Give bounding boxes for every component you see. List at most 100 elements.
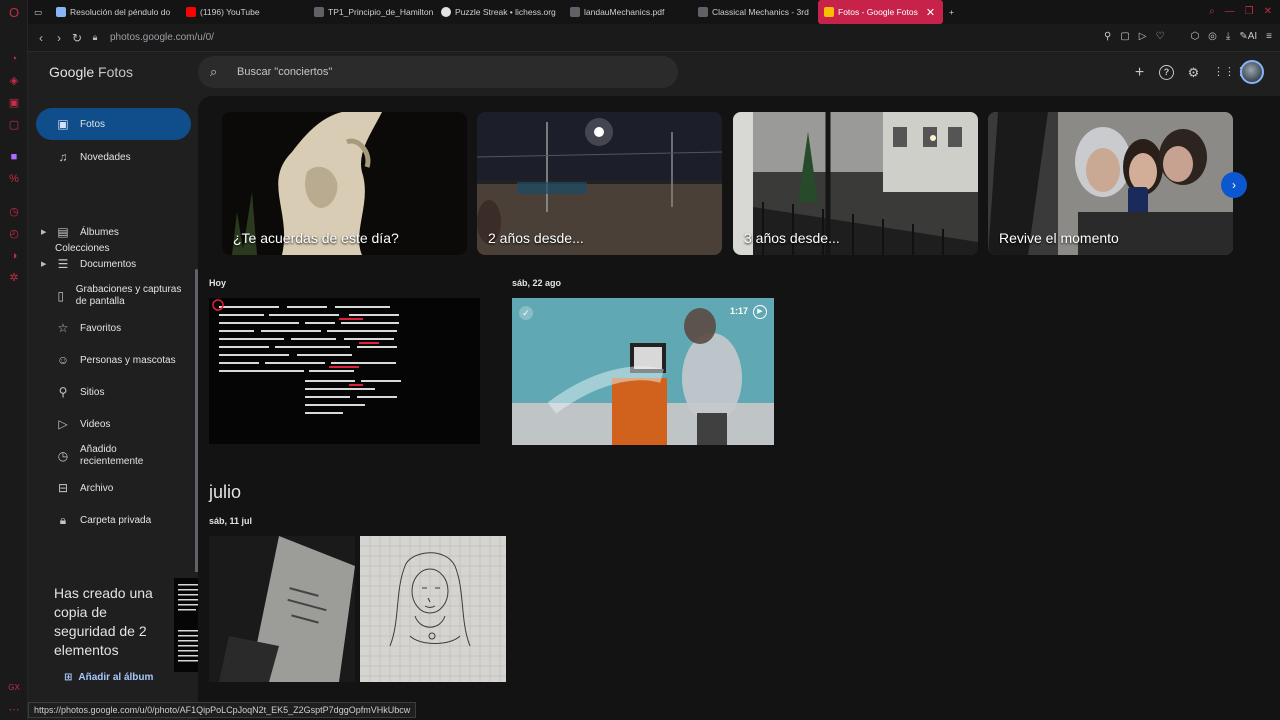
expand-arrow-icon[interactable]: ▶: [41, 260, 46, 268]
photo-item[interactable]: [209, 536, 355, 682]
memories-next-button[interactable]: ›: [1221, 172, 1247, 198]
sidebar-item-documentos[interactable]: ▶ ☰ Documentos: [36, 248, 191, 280]
sidebar-item-label: Favoritos: [80, 322, 122, 334]
send-icon[interactable]: ▷: [1139, 31, 1147, 42]
sidebar-item-sitios[interactable]: ⚲ Sitios: [36, 376, 191, 408]
messenger-icon[interactable]: ▣: [7, 96, 21, 110]
album-icon: ▤: [57, 225, 69, 239]
star-icon: ☆: [57, 321, 69, 335]
sidebar-item-carpeta-privada[interactable]: 🔒︎ Carpeta privada: [36, 504, 191, 536]
history2-icon[interactable]: ◴: [7, 227, 21, 241]
address-actions: ⚲ ▢ ▷ ♡ ⬡ ◎ ⤓ ✎AI ≡: [1104, 31, 1272, 42]
tab-google-photos[interactable]: Fotos - Google Fotos ✕: [818, 0, 943, 24]
add-to-album-button[interactable]: ⊞ Añadir al álbum: [64, 672, 153, 683]
sidebar-item-recientes[interactable]: ◷ Añadido recientemente: [36, 440, 191, 472]
lock-folder-icon: 🔒︎: [59, 512, 67, 527]
extensions-icon[interactable]: ⬡: [1190, 31, 1199, 42]
date-label: Hoy: [209, 278, 227, 288]
photo-pencil-drawing: [360, 536, 506, 682]
window-controls: ⌕ — ❐ ✕: [1209, 6, 1272, 17]
settings-sidebar-icon[interactable]: ✲: [7, 271, 21, 285]
profile-icon[interactable]: ◎: [1208, 31, 1217, 42]
reload-icon[interactable]: ↻: [68, 31, 86, 45]
screenshot-icon: ▯: [57, 289, 65, 303]
add-to-album-label: Añadir al álbum: [78, 672, 154, 683]
download-icon[interactable]: ⤓: [1226, 31, 1230, 42]
avatar[interactable]: [1240, 60, 1264, 84]
date-label: sáb, 11 jul: [209, 516, 253, 526]
history-icon[interactable]: ◔: [7, 52, 21, 66]
sidebar-item-fotos[interactable]: ▣ Fotos: [36, 108, 191, 140]
sidebar-item-novedades[interactable]: ♫ Novedades: [36, 141, 191, 173]
memory-card[interactable]: ¿Te acuerdas de este día?: [222, 112, 467, 255]
close-window-icon[interactable]: ✕: [1264, 6, 1272, 17]
tab-label: Resolución del péndulo do: [70, 7, 171, 17]
tab-youtube[interactable]: (1196) YouTube: [180, 0, 308, 24]
search-tabs-icon[interactable]: ⌕: [1209, 6, 1215, 17]
select-check-icon[interactable]: ✓: [519, 306, 533, 320]
sidebar-item-label: Novedades: [80, 151, 131, 163]
sidebar-item-albumes[interactable]: ▶ ▤ Álbumes: [36, 216, 191, 248]
pdf-icon: [698, 7, 708, 17]
sidebar-item-archivo[interactable]: ⊟ Archivo: [36, 472, 191, 504]
sidebar-item-label: Videos: [80, 418, 111, 430]
face-icon: ☺: [56, 353, 70, 367]
extensions-icon[interactable]: ◑: [7, 249, 21, 263]
memory-label: Revive el momento: [999, 230, 1119, 246]
menu-icon[interactable]: ≡: [1266, 31, 1272, 42]
photo-notes-equations: [209, 298, 480, 444]
forward-icon[interactable]: ›: [50, 31, 68, 45]
settings-icon[interactable]: ⚙: [1186, 65, 1201, 80]
twitch-icon[interactable]: ■: [7, 150, 21, 164]
lichess-icon: [441, 7, 451, 17]
expand-arrow-icon[interactable]: ▶: [41, 228, 46, 236]
header-actions: + ? ⚙ ⋮⋮⋮: [1132, 60, 1264, 84]
tab-bar: ▭ Resolución del péndulo do (1196) YouTu…: [28, 0, 1280, 24]
sidebar-item-label: Álbumes: [80, 226, 119, 238]
snapshot-icon[interactable]: ▢: [1120, 31, 1129, 42]
tab-pendulo[interactable]: Resolución del péndulo do: [50, 0, 180, 24]
memory-card[interactable]: 2 años desde...: [477, 112, 722, 255]
ai-icon[interactable]: ✎AI: [1239, 31, 1257, 42]
search-input[interactable]: ⌕ Buscar "conciertos": [198, 56, 678, 88]
sidebar-item-grabaciones[interactable]: ▯ Grabaciones y capturas de pantalla: [36, 280, 191, 312]
instagram-icon[interactable]: ▢: [7, 118, 21, 132]
gx-icon[interactable]: GX: [7, 681, 21, 695]
url-field[interactable]: photos.google.com/u/0/: [110, 32, 214, 43]
minimize-icon[interactable]: —: [1225, 6, 1235, 17]
more-icon[interactable]: ⋯: [7, 703, 21, 717]
tab-lichess[interactable]: Puzzle Streak • lichess.org: [435, 0, 564, 24]
help-icon[interactable]: ?: [1159, 64, 1174, 80]
percent-icon[interactable]: %: [7, 172, 21, 186]
bag-icon[interactable]: ◈: [7, 74, 21, 88]
photo-item[interactable]: [209, 298, 480, 444]
google-photos-logo[interactable]: Google Fotos: [49, 64, 133, 80]
tab-close-icon[interactable]: ✕: [926, 6, 935, 19]
video-item[interactable]: ✓ 1:17 ▶: [512, 298, 774, 445]
status-bar-url: https://photos.google.com/u/0/photo/AF1Q…: [28, 702, 417, 718]
back-icon[interactable]: ‹: [32, 31, 50, 45]
memory-card[interactable]: Revive el momento: [988, 112, 1233, 255]
tab-hamilton[interactable]: TP1_Principio_de_Hamilton: [308, 0, 435, 24]
sidebar-item-personas[interactable]: ☺ Personas y mascotas: [36, 344, 191, 376]
workspace-icon[interactable]: ▭: [28, 0, 50, 24]
memory-label: 2 años desde...: [488, 230, 584, 246]
tab-classical[interactable]: Classical Mechanics - 3rd: [692, 0, 818, 24]
photo-grid: ¿Te acuerdas de este día? 2 años desde..…: [198, 96, 1280, 720]
maximize-icon[interactable]: ❐: [1245, 6, 1254, 17]
memory-label: ¿Te acuerdas de este día?: [233, 230, 399, 246]
tab-landau[interactable]: landauMechanics.pdf: [564, 0, 692, 24]
clock-icon[interactable]: ◷: [7, 205, 21, 219]
sidebar-item-favoritos[interactable]: ☆ Favoritos: [36, 312, 191, 344]
pin-icon[interactable]: ⚲: [1104, 31, 1111, 42]
play-icon: ▶: [753, 305, 767, 319]
opera-logo-icon[interactable]: O: [7, 6, 21, 20]
apps-grid-icon[interactable]: ⋮⋮⋮: [1213, 65, 1246, 80]
heart-icon[interactable]: ♡: [1155, 31, 1164, 42]
tab-label: Fotos - Google Fotos: [838, 7, 918, 17]
new-tab-button[interactable]: +: [943, 0, 963, 24]
photo-item[interactable]: [360, 536, 506, 682]
sidebar-item-videos[interactable]: ▷ Videos: [36, 408, 191, 440]
add-icon[interactable]: +: [1132, 64, 1147, 80]
memory-card[interactable]: 3 años desde...: [733, 112, 978, 255]
